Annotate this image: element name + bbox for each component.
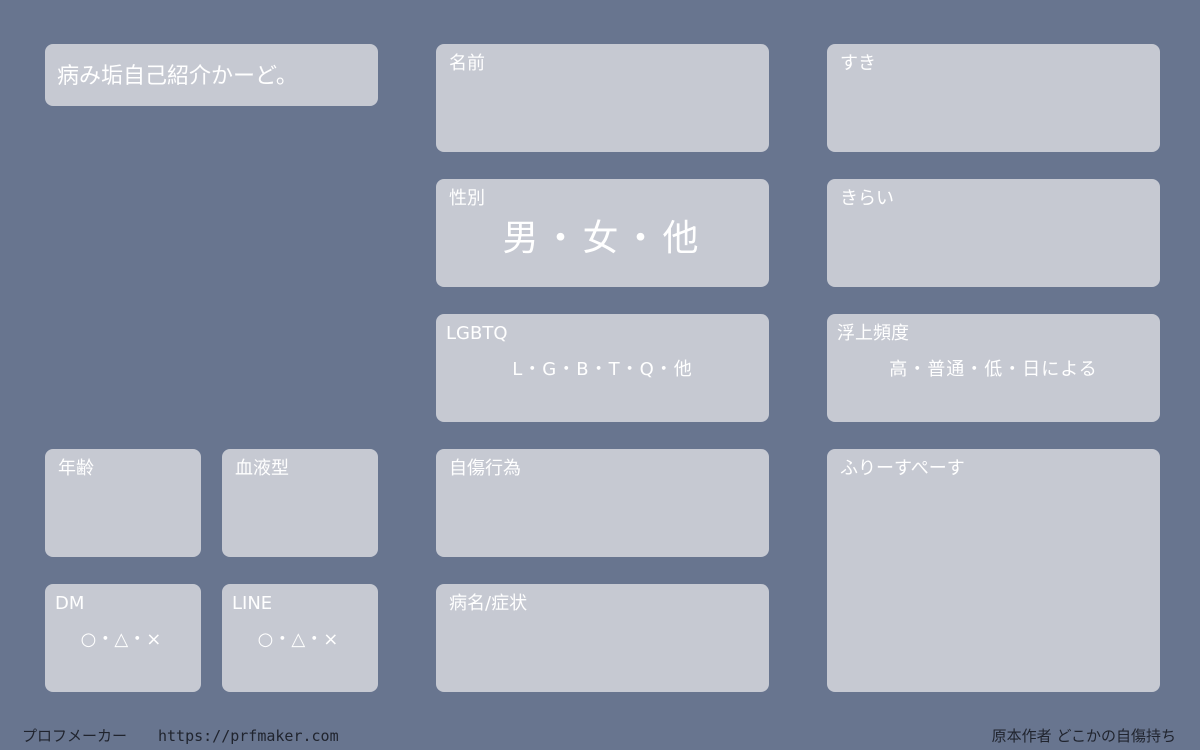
- frequency-label: 浮上頻度: [837, 323, 909, 344]
- blood-type-field[interactable]: 血液型: [222, 449, 378, 557]
- gender-field[interactable]: 性別 男・女・他: [436, 179, 769, 287]
- line-label: LINE: [232, 593, 273, 614]
- dislike-field[interactable]: きらい: [827, 179, 1160, 287]
- dm-field[interactable]: DM ○・△・×: [45, 584, 201, 692]
- lgbtq-field[interactable]: LGBTQ L・G・B・T・Q・他: [436, 314, 769, 422]
- name-field[interactable]: 名前: [436, 44, 769, 152]
- line-field[interactable]: LINE ○・△・×: [222, 584, 378, 692]
- dm-options[interactable]: ○・△・×: [45, 629, 201, 651]
- lgbtq-label: LGBTQ: [446, 323, 508, 344]
- dislike-label: きらい: [840, 188, 894, 209]
- frequency-options[interactable]: 高・普通・低・日による: [827, 359, 1160, 381]
- age-label: 年齢: [58, 458, 94, 479]
- dm-label: DM: [55, 593, 85, 614]
- like-field[interactable]: すき: [827, 44, 1160, 152]
- diagnosis-field[interactable]: 病名/症状: [436, 584, 769, 692]
- diagnosis-label: 病名/症状: [449, 593, 528, 614]
- lgbtq-options[interactable]: L・G・B・T・Q・他: [436, 359, 769, 381]
- gender-label: 性別: [449, 188, 485, 209]
- maker-url[interactable]: https://prfmaker.com: [158, 726, 339, 746]
- credit-text: 原本作者 どこかの自傷持ち: [991, 727, 1176, 745]
- name-label: 名前: [449, 53, 485, 74]
- title-card: 病み垢自己紹介かーど。: [45, 44, 378, 106]
- blood-type-label: 血液型: [235, 458, 289, 479]
- like-label: すき: [840, 53, 876, 74]
- free-space-field[interactable]: ふりーすぺーす: [827, 449, 1160, 692]
- card-title: 病み垢自己紹介かーど。: [57, 64, 298, 89]
- age-field[interactable]: 年齢: [45, 449, 201, 557]
- maker-name: プロフメーカー: [22, 727, 128, 745]
- frequency-field[interactable]: 浮上頻度 高・普通・低・日による: [827, 314, 1160, 422]
- self-harm-field[interactable]: 自傷行為: [436, 449, 769, 557]
- line-options[interactable]: ○・△・×: [222, 629, 378, 651]
- gender-options[interactable]: 男・女・他: [436, 217, 769, 261]
- free-space-label: ふりーすぺーす: [840, 458, 965, 479]
- self-harm-label: 自傷行為: [449, 458, 521, 479]
